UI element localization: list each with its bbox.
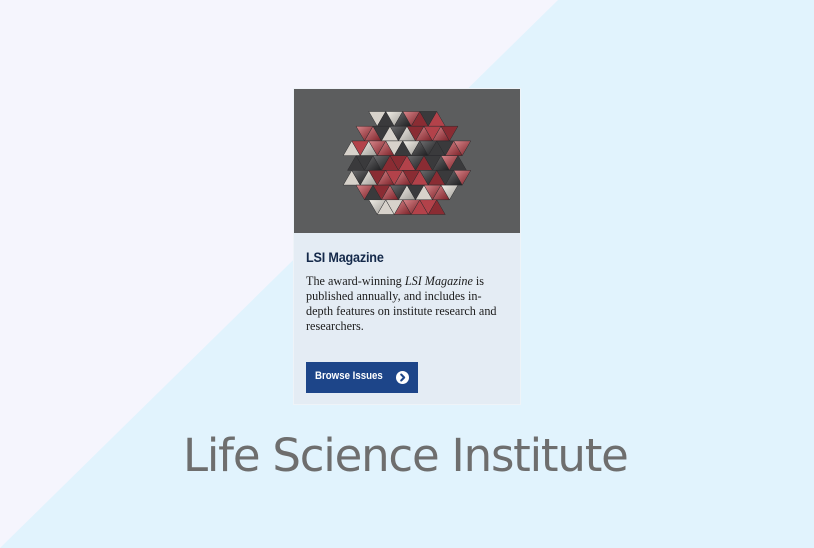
description-prefix: The award-winning xyxy=(306,274,405,288)
card-description: The award-winning LSI Magazine is publis… xyxy=(306,274,498,334)
chevron-right-circle-icon xyxy=(396,371,409,384)
site-name: Life Science Institute xyxy=(183,429,629,482)
magazine-cover-image xyxy=(294,89,520,233)
magazine-card: LSI Magazine The award-winning LSI Magaz… xyxy=(294,89,520,404)
description-emphasis: LSI Magazine xyxy=(404,274,473,288)
card-title: LSI Magazine xyxy=(306,249,384,265)
geodesic-sculpture-image xyxy=(342,110,472,216)
browse-issues-label: Browse Issues xyxy=(315,370,383,382)
browse-issues-button[interactable]: Browse Issues xyxy=(306,362,418,393)
